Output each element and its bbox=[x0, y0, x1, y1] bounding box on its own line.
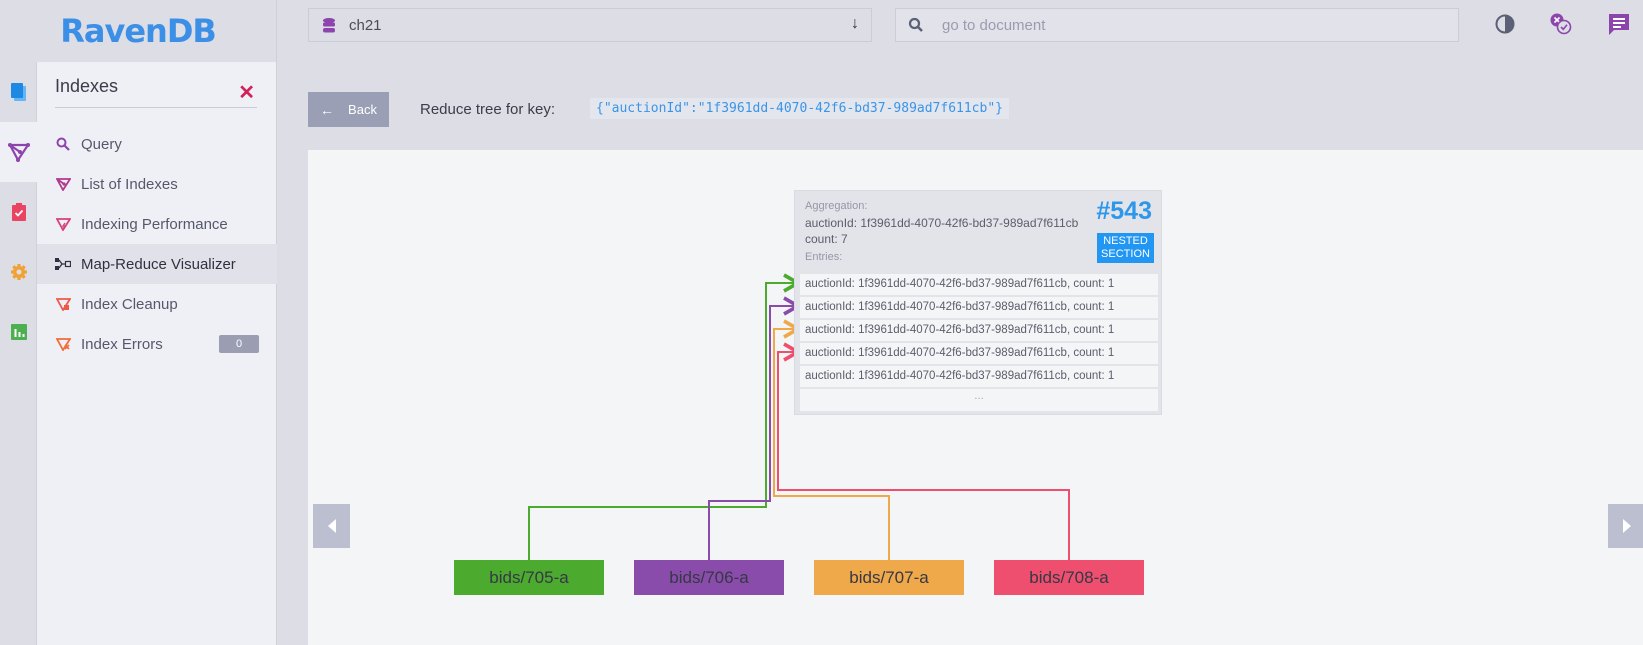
database-selector[interactable]: ch21 ↓ bbox=[308, 8, 872, 42]
caret-right-icon bbox=[1622, 519, 1631, 533]
entry-row: auctionId: 1f3961dd-4070-42f6-bd37-989ad… bbox=[800, 343, 1158, 364]
entry-row: auctionId: 1f3961dd-4070-42f6-bd37-989ad… bbox=[800, 320, 1158, 341]
nested-section-badge: NESTED SECTION bbox=[1097, 233, 1154, 263]
document-id: bids/707-a bbox=[849, 567, 929, 587]
badge-line: SECTION bbox=[1101, 248, 1150, 260]
rail-item-stats[interactable] bbox=[0, 302, 37, 362]
more-entries: ... bbox=[800, 389, 1158, 411]
gear-icon bbox=[10, 264, 27, 280]
database-name: ch21 bbox=[349, 16, 382, 34]
back-button[interactable]: ← Back bbox=[308, 92, 389, 127]
document-id: bids/706-a bbox=[669, 567, 749, 587]
aggregation-page-box[interactable]: Aggregation: auctionId: 1f3961dd-4070-42… bbox=[794, 190, 1162, 415]
rail-item-settings[interactable] bbox=[0, 242, 37, 302]
database-icon bbox=[323, 17, 335, 32]
indexing-performance-icon bbox=[55, 216, 71, 232]
go-to-document-input[interactable] bbox=[942, 16, 1422, 34]
search-icon bbox=[55, 136, 71, 152]
sidebar-item-query[interactable]: Query bbox=[37, 124, 277, 164]
sidebar-item-label: Index Cleanup bbox=[81, 295, 178, 313]
sidebar-item-label: Indexing Performance bbox=[81, 215, 228, 233]
tasks-icon bbox=[11, 203, 26, 221]
document-box-bids-705-a[interactable]: bids/705-a bbox=[454, 560, 604, 595]
sidebar-item-label: Query bbox=[81, 135, 122, 153]
documents-icon bbox=[10, 83, 26, 101]
page-number: #543 bbox=[1096, 197, 1152, 225]
indexes-icon bbox=[7, 143, 30, 162]
sidebar-item-label: List of Indexes bbox=[81, 175, 178, 193]
entry-row: auctionId: 1f3961dd-4070-42f6-bd37-989ad… bbox=[800, 274, 1158, 295]
feedback-icon[interactable] bbox=[1607, 12, 1631, 36]
back-button-label: Back bbox=[348, 102, 377, 117]
index-errors-icon bbox=[55, 336, 71, 352]
reduce-tree-key: {"auctionId":"1f3961dd-4070-42f6-bd37-98… bbox=[590, 98, 1009, 119]
sidebar-item-list-of-indexes[interactable]: List of Indexes bbox=[37, 164, 277, 204]
entry-row: auctionId: 1f3961dd-4070-42f6-bd37-989ad… bbox=[800, 366, 1158, 387]
sidebar-title: Indexes bbox=[55, 76, 119, 96]
sidebar-header: Indexes ✕ bbox=[55, 76, 257, 108]
map-reduce-icon bbox=[55, 256, 71, 272]
search-icon bbox=[908, 17, 923, 32]
link-line-bids-705-a bbox=[528, 273, 802, 560]
index-cleanup-icon bbox=[55, 296, 71, 312]
ravendb-logo[interactable]: RavenDB bbox=[60, 12, 217, 50]
indexes-sidebar: Indexes ✕ Query List of Indexes Indexing… bbox=[37, 62, 277, 645]
main-content: ← Back Reduce tree for key: {"auctionId"… bbox=[277, 62, 1643, 645]
top-bar: RavenDB ch21 ↓ bbox=[0, 0, 1643, 62]
index-list-icon bbox=[55, 176, 71, 192]
document-box-bids-707-a[interactable]: bids/707-a bbox=[814, 560, 964, 595]
aggregation-key: auctionId: 1f3961dd-4070-42f6-bd37-989ad… bbox=[805, 216, 1079, 230]
entries-label: Entries: bbox=[805, 251, 843, 263]
close-icon[interactable]: ✕ bbox=[238, 80, 255, 105]
aggregation-label: Aggregation: bbox=[805, 200, 868, 212]
go-to-document-search[interactable] bbox=[895, 8, 1459, 42]
document-id: bids/708-a bbox=[1029, 567, 1109, 587]
document-box-bids-706-a[interactable]: bids/706-a bbox=[634, 560, 784, 595]
sidebar-item-label: Index Errors bbox=[81, 335, 163, 353]
arrow-left-icon: ← bbox=[320, 101, 335, 118]
sidebar-item-label: Map-Reduce Visualizer bbox=[81, 255, 236, 273]
document-id: bids/705-a bbox=[489, 567, 569, 587]
reduce-tree-label: Reduce tree for key: bbox=[420, 101, 556, 118]
theme-toggle-icon[interactable] bbox=[1493, 12, 1517, 36]
arrow-down-icon: ↓ bbox=[851, 15, 859, 32]
sidebar-item-index-errors[interactable]: Index Errors 0 bbox=[37, 324, 277, 364]
logo-area: RavenDB bbox=[0, 0, 277, 62]
entries-list: auctionId: 1f3961dd-4070-42f6-bd37-989ad… bbox=[800, 274, 1158, 413]
aggregation-count: count: 7 bbox=[805, 232, 848, 246]
main-nav-rail bbox=[0, 62, 37, 645]
notifications-icon[interactable] bbox=[1549, 12, 1573, 36]
badge-line: NESTED bbox=[1103, 235, 1148, 247]
scroll-right-button[interactable] bbox=[1608, 504, 1643, 548]
sidebar-item-indexing-performance[interactable]: Indexing Performance bbox=[37, 204, 277, 244]
rail-item-indexes[interactable] bbox=[0, 122, 37, 182]
document-box-bids-708-a[interactable]: bids/708-a bbox=[994, 560, 1144, 595]
rail-item-tasks[interactable] bbox=[0, 182, 37, 242]
caret-left-icon bbox=[327, 519, 336, 533]
sidebar-item-map-reduce-visualizer[interactable]: Map-Reduce Visualizer bbox=[37, 244, 277, 284]
index-errors-count-badge: 0 bbox=[219, 335, 259, 353]
sidebar-item-index-cleanup[interactable]: Index Cleanup bbox=[37, 284, 277, 324]
rail-item-documents[interactable] bbox=[0, 62, 37, 122]
scroll-left-button[interactable] bbox=[313, 504, 350, 548]
stats-icon bbox=[10, 324, 27, 340]
link-line-bids-706-a bbox=[708, 296, 802, 560]
sidebar-menu: Query List of Indexes Indexing Performan… bbox=[37, 124, 277, 364]
reduce-tree-canvas: Aggregation: auctionId: 1f3961dd-4070-42… bbox=[308, 150, 1643, 645]
entry-row: auctionId: 1f3961dd-4070-42f6-bd37-989ad… bbox=[800, 297, 1158, 318]
